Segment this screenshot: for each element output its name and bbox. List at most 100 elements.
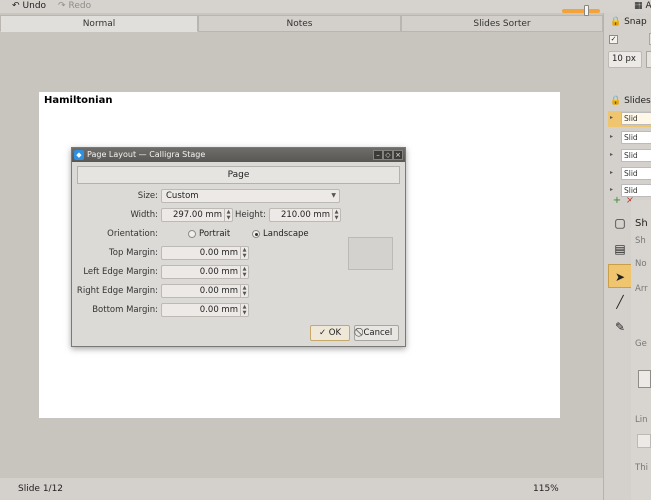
ok-label: OK: [328, 328, 342, 338]
spin-arrows-icon[interactable]: ▲ ▼: [240, 304, 248, 316]
top-margin-spinbox[interactable]: 0.00 mm ▲ ▼: [161, 246, 249, 260]
view-tabs: Normal Notes Slides Sorter: [0, 15, 603, 32]
cancel-button[interactable]: ⃠ Cancel: [354, 325, 399, 341]
chevron-right-icon[interactable]: ▸: [610, 114, 613, 121]
slide-thumb[interactable]: Slid: [621, 112, 651, 125]
slide-title[interactable]: Hamiltonian: [44, 95, 112, 106]
tab-page[interactable]: Page: [77, 166, 400, 184]
pointer-icon: ➤: [614, 270, 626, 284]
page-layout-dialog: ◆ Page Layout — Calligra Stage – ◇ × Pag…: [71, 147, 406, 347]
zoom-slider[interactable]: [562, 9, 600, 13]
ok-button[interactable]: ✓ OK: [310, 325, 350, 341]
bottom-margin-value: 0.00 mm: [199, 305, 238, 315]
add-slide-button[interactable]: +: [612, 196, 622, 206]
undo-icon: ↶: [12, 1, 20, 11]
snap-distance-spin[interactable]: [646, 51, 651, 68]
tool-options-arrange: Arr: [635, 284, 648, 294]
plus-icon: +: [612, 195, 622, 206]
tool-text[interactable]: ▢: [608, 211, 632, 235]
top-margin-label: Top Margin:: [109, 248, 158, 258]
radio-off-icon: [188, 230, 196, 238]
chevron-right-icon[interactable]: ▸: [610, 186, 613, 193]
chevron-right-icon[interactable]: ▸: [610, 151, 613, 158]
left-margin-label: Left Edge Margin:: [83, 267, 158, 277]
spin-arrows-icon[interactable]: ▲ ▼: [224, 209, 232, 221]
width-spinbox[interactable]: 297.00 mm ▲ ▼: [161, 208, 233, 222]
left-margin-spinbox[interactable]: 0.00 mm ▲ ▼: [161, 265, 249, 279]
chevron-right-icon[interactable]: ▸: [610, 169, 613, 176]
orientation-label: Orientation:: [107, 229, 158, 239]
main-toolbar: ↶ Undo ↷ Redo ▦ A: [0, 0, 651, 13]
slide-thumb-row[interactable]: ▸ Slid: [608, 111, 651, 127]
tool-edit-path[interactable]: ✎: [608, 315, 632, 339]
toolbar-overflow-button[interactable]: ▦ A: [634, 0, 651, 13]
chevron-down-icon: ▼: [331, 192, 336, 199]
width-label: Width:: [130, 210, 158, 220]
left-margin-value: 0.00 mm: [199, 267, 238, 277]
tool-select[interactable]: ➤: [608, 264, 632, 288]
tool-options-title: Sh: [635, 218, 648, 229]
line-style-select[interactable]: [637, 434, 651, 448]
line-tool-icon: ╱: [616, 295, 624, 309]
redo-button[interactable]: ↷ Redo: [58, 0, 91, 13]
close-button[interactable]: ×: [393, 150, 403, 160]
snap-distance-input[interactable]: 10 px: [608, 51, 642, 68]
tool-options-geometry: Ge: [635, 339, 647, 349]
calligra-app-icon: ◆: [74, 150, 84, 160]
tool-layout[interactable]: ▤: [608, 237, 632, 261]
redo-label: Redo: [68, 1, 92, 11]
dialog-titlebar[interactable]: ◆ Page Layout — Calligra Stage – ◇ ×: [72, 148, 405, 162]
slide-thumb-row[interactable]: ▸ Slid: [608, 148, 651, 164]
spin-arrows-icon[interactable]: ▲ ▼: [240, 247, 248, 259]
undo-button[interactable]: ↶ Undo: [12, 0, 46, 13]
portrait-label: Portrait: [199, 229, 231, 239]
spin-arrows-icon[interactable]: ▲ ▼: [332, 209, 340, 221]
right-margin-value: 0.00 mm: [199, 286, 238, 296]
spin-arrows-icon[interactable]: ▲ ▼: [240, 266, 248, 278]
slide-thumb-row[interactable]: ▸ Slid: [608, 166, 651, 182]
snap-header: 🔒 Snap: [610, 17, 647, 27]
check-icon: ✓: [318, 328, 327, 338]
chevron-right-icon[interactable]: ▸: [610, 133, 613, 140]
maximize-button[interactable]: ◇: [383, 150, 393, 160]
slide-thumb-row[interactable]: ▸ Slid: [608, 130, 651, 146]
tab-notes[interactable]: Notes: [198, 15, 401, 32]
slide-count: Slide 1/12: [18, 484, 64, 494]
right-margin-spinbox[interactable]: 0.00 mm ▲ ▼: [161, 284, 249, 298]
right-margin-label: Right Edge Margin:: [76, 286, 158, 296]
radio-on-icon: [252, 230, 260, 238]
path-tool-icon: ✎: [614, 320, 626, 334]
tab-slides-sorter[interactable]: Slides Sorter: [401, 15, 603, 32]
landscape-label: Landscape: [263, 229, 309, 239]
size-dropdown[interactable]: Custom ▼: [161, 189, 340, 203]
snap-checkbox[interactable]: ✓: [609, 35, 618, 44]
height-label: Height:: [235, 210, 266, 220]
toolbar-icon: ▦: [634, 1, 643, 11]
bottom-margin-spinbox[interactable]: 0.00 mm ▲ ▼: [161, 303, 249, 317]
slide-thumb[interactable]: Slid: [621, 167, 651, 180]
size-label: Size:: [137, 191, 158, 201]
tool-line[interactable]: ╱: [608, 290, 632, 314]
geometry-anchor[interactable]: [638, 370, 651, 388]
slide-thumb[interactable]: Slid: [621, 131, 651, 144]
lock-icon: 🔒: [610, 96, 622, 106]
dialog-title: Page Layout — Calligra Stage: [87, 150, 206, 159]
tool-options-none: No: [635, 259, 647, 269]
landscape-radio[interactable]: Landscape: [252, 227, 309, 241]
spin-arrows-icon[interactable]: ▲ ▼: [240, 285, 248, 297]
snap-header-label: Snap: [624, 17, 647, 27]
size-value: Custom: [166, 191, 199, 201]
page-preview: [348, 237, 393, 270]
tab-normal[interactable]: Normal: [0, 15, 198, 32]
text-tool-icon: ▢: [614, 216, 626, 230]
cancel-label: Cancel: [363, 328, 393, 338]
close-icon: ×: [395, 151, 401, 159]
slide-thumb[interactable]: Slid: [621, 149, 651, 162]
status-bar: Slide 1/12 115%: [0, 478, 603, 500]
height-spinbox[interactable]: 210.00 mm ▲ ▼: [269, 208, 341, 222]
minimize-button[interactable]: –: [373, 150, 383, 160]
portrait-radio[interactable]: Portrait: [188, 227, 230, 241]
redo-icon: ↷: [58, 1, 66, 11]
zoom-slider-handle[interactable]: [584, 5, 589, 16]
toolbar-right-label: A: [645, 1, 651, 11]
